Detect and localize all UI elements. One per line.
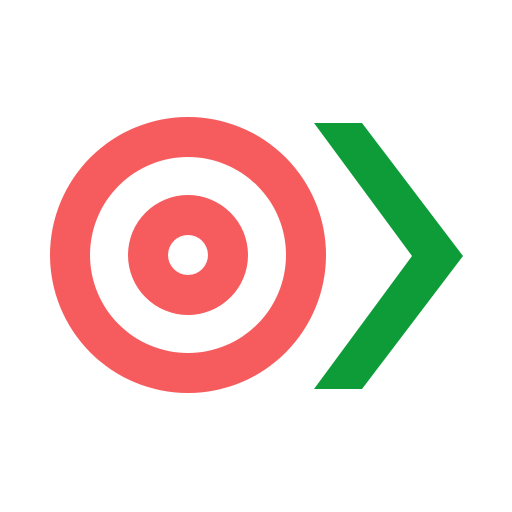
- target-center-hole: [168, 235, 208, 275]
- target-icon: [50, 117, 326, 393]
- logo-canvas: [0, 0, 512, 512]
- chevron-right-icon: [314, 123, 463, 389]
- logo-mark: [50, 117, 463, 393]
